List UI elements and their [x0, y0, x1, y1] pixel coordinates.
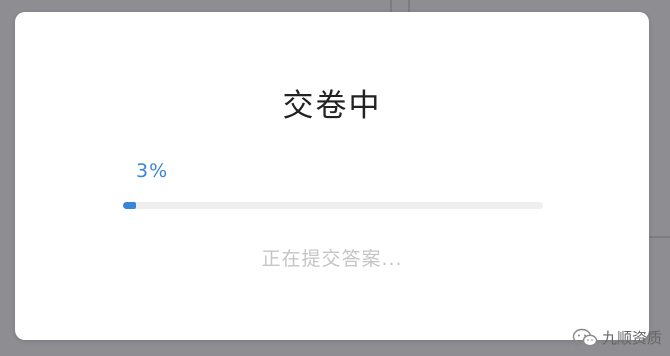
progress-bar	[123, 202, 543, 209]
progress-percent: 3%	[136, 160, 169, 182]
status-message: 正在提交答案...	[261, 248, 403, 270]
watermark-text: 九顺资质	[601, 329, 662, 347]
submit-progress-dialog: 交卷中 3% 正在提交答案...	[15, 12, 649, 340]
wechat-icon	[572, 328, 598, 347]
progress-bar-fill	[123, 202, 136, 209]
dialog-title: 交卷中	[282, 88, 382, 124]
watermark: 九顺资质	[572, 327, 662, 348]
